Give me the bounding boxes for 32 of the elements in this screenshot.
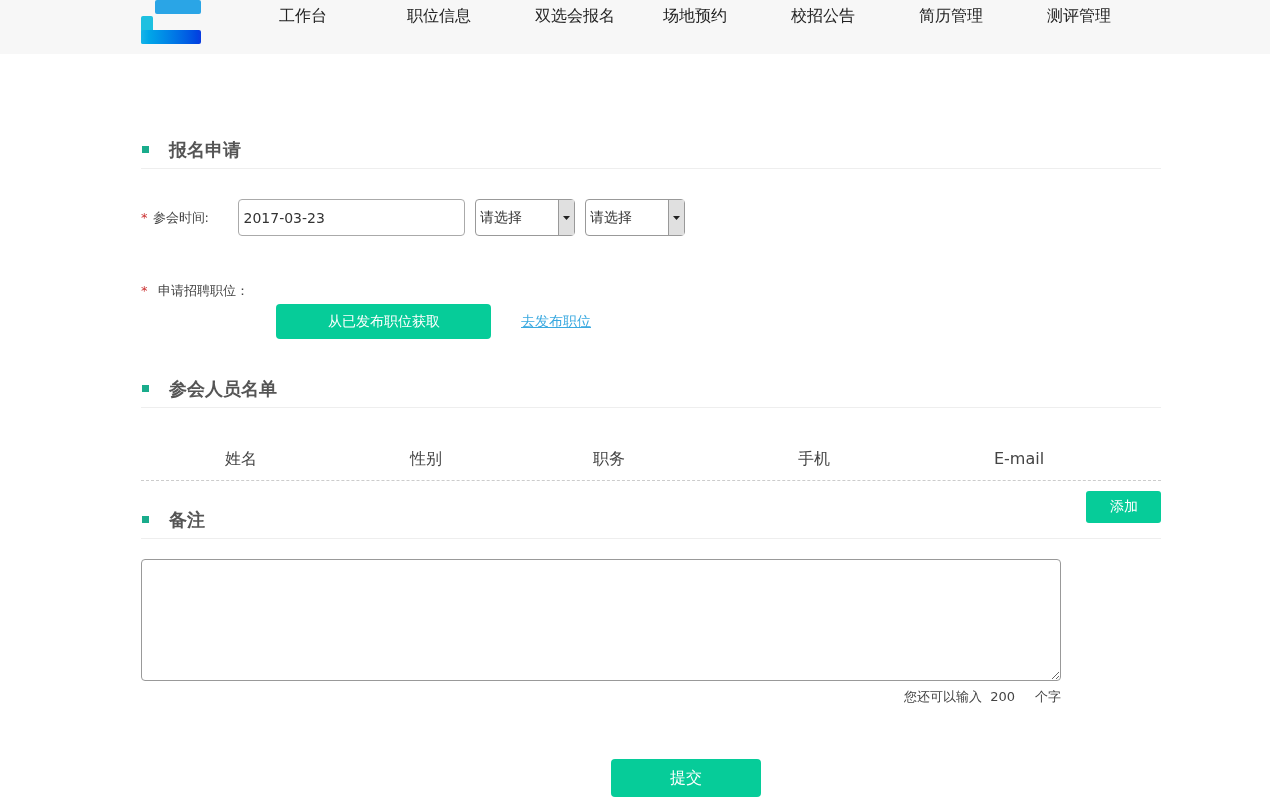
nav-link[interactable]: 双选会报名 [535, 4, 663, 28]
column-header: E-mail [992, 447, 1046, 470]
nav-link[interactable]: 职位信息 [407, 4, 535, 28]
required-mark: * [141, 208, 148, 227]
remarks-textarea[interactable] [141, 558, 1061, 681]
date-field[interactable]: 2017-03-23 [237, 199, 465, 236]
logo-icon [141, 0, 201, 45]
section-title: 报名申请 [169, 138, 241, 162]
required-mark: * [141, 282, 148, 300]
column-header: 姓名 [224, 447, 258, 470]
caret-icon [672, 215, 680, 220]
field-label: 申请招聘职位： [157, 282, 249, 300]
counter-unit: 个字 [1035, 687, 1061, 706]
bullet-icon [142, 146, 149, 153]
nav-link[interactable]: 校招公告 [791, 4, 919, 28]
column-header: 职务 [592, 447, 626, 470]
column-header: 性别 [408, 447, 443, 470]
nav-link[interactable]: 场地预约 [663, 4, 791, 28]
caret-icon [562, 215, 570, 220]
nav-link[interactable]: 简历管理 [919, 4, 1047, 28]
bullet-icon [142, 515, 149, 523]
bullet-icon [142, 384, 149, 392]
select-dropdown[interactable]: 请选择 [474, 199, 575, 236]
field-label: 参会时间: [152, 208, 210, 227]
section-title: 参会人员名单 [169, 376, 277, 401]
column-header: 手机 [797, 447, 831, 470]
counter-label: 您还可以输入 [904, 687, 983, 706]
select-dropdown[interactable]: 请选择 [584, 199, 685, 236]
counter-value: 200 [990, 687, 1015, 706]
nav-link[interactable]: 测评管理 [1047, 4, 1175, 28]
nav-link[interactable]: 工作台 [279, 4, 407, 28]
section-title: 备注 [169, 507, 205, 532]
